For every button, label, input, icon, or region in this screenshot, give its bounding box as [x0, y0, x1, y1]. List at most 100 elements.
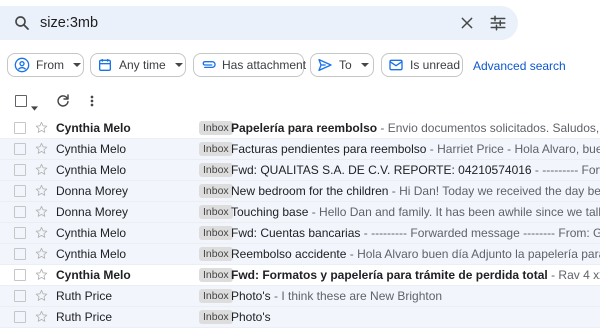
star-icon[interactable]	[35, 121, 48, 137]
row-checkbox[interactable]	[14, 185, 26, 197]
email-content: Touching base - Hello Dan and family. It…	[231, 205, 600, 219]
chevron-down-icon	[174, 63, 183, 67]
star-icon[interactable]	[35, 163, 48, 179]
email-content: New bedroom for the children - Hi Dan! T…	[231, 184, 600, 198]
row-checkbox[interactable]	[14, 122, 26, 134]
star-icon[interactable]	[35, 289, 48, 305]
advanced-search-link[interactable]: Advanced search	[473, 59, 566, 73]
email-sender: Ruth Price	[56, 289, 113, 303]
chevron-down-icon[interactable]	[31, 98, 38, 116]
close-icon[interactable]	[459, 15, 475, 36]
calendar-icon	[99, 59, 111, 71]
email-subject: Papelería para reembolso	[231, 121, 378, 135]
email-sender: Cynthia Melo	[56, 142, 127, 156]
chip-label: To	[339, 58, 352, 72]
email-row[interactable]: Donna Morey Inbox New bedroom for the ch…	[0, 181, 600, 202]
star-icon[interactable]	[35, 268, 48, 284]
chip-has-attachment[interactable]: Has attachment	[193, 53, 307, 77]
email-sender: Cynthia Melo	[56, 121, 131, 135]
row-checkbox[interactable]	[14, 290, 26, 302]
row-checkbox[interactable]	[14, 143, 26, 155]
email-snippet: - Harriet Price - Hola Alvaro, buen día,…	[429, 142, 600, 156]
email-row[interactable]: Cynthia Melo Inbox Reembolso accidente -…	[0, 244, 600, 265]
email-subject: Fwd: Cuentas bancarias	[231, 226, 361, 240]
row-checkbox[interactable]	[14, 269, 26, 281]
refresh-icon[interactable]	[55, 93, 71, 114]
inbox-label-badge: Inbox	[199, 247, 233, 261]
inbox-label-badge: Inbox	[199, 184, 233, 198]
email-row[interactable]: Cynthia Melo Inbox Fwd: QUALITAS S.A. DE…	[0, 160, 600, 181]
select-all-checkbox[interactable]	[15, 95, 27, 107]
email-snippet: - --------- Forwarded message -------- F…	[363, 226, 600, 240]
chip-label: Has attachment	[222, 58, 307, 72]
row-checkbox[interactable]	[14, 248, 26, 260]
email-subject: New bedroom for the children	[231, 184, 389, 198]
chip-from[interactable]: From	[7, 53, 84, 77]
email-snippet: - Hello Dan and family. It has been awhi…	[311, 205, 600, 219]
email-content: Reembolso accidente - Hola Alvaro buen d…	[231, 247, 600, 261]
email-snippet: - Envio documentos solicitados. Saludos,…	[380, 121, 600, 135]
email-row[interactable]: Cynthia Melo Inbox Facturas pendientes p…	[0, 139, 600, 160]
row-checkbox[interactable]	[14, 227, 26, 239]
inbox-label-badge: Inbox	[199, 310, 233, 324]
search-bar[interactable]: size:3mb	[0, 6, 518, 40]
star-icon[interactable]	[35, 247, 48, 263]
email-content: Fwd: Formatos y papelería para trámite d…	[231, 268, 600, 282]
more-vert-icon[interactable]	[86, 93, 98, 114]
email-snippet: - Hi Dan! Today we received the day bed …	[391, 184, 600, 198]
email-snippet: - I think these are New Brighton	[270, 289, 443, 303]
email-sender: Cynthia Melo	[56, 268, 131, 282]
star-icon[interactable]	[35, 142, 48, 158]
row-checkbox[interactable]	[14, 206, 26, 218]
email-row[interactable]: Ruth Price Inbox Photo's	[0, 307, 600, 328]
email-content: Photo's	[231, 310, 600, 324]
row-checkbox[interactable]	[14, 311, 26, 323]
email-row[interactable]: Cynthia Melo Inbox Papelería para reembo…	[0, 118, 600, 139]
email-row[interactable]: Cynthia Melo Inbox Fwd: Formatos y papel…	[0, 265, 600, 286]
email-list: Cynthia Melo Inbox Papelería para reembo…	[0, 118, 600, 328]
send-icon	[318, 59, 332, 71]
email-content: Papelería para reembolso - Envio documen…	[231, 121, 600, 135]
email-content: Photo's - I think these are New Brighton	[231, 289, 600, 303]
chip-any-time[interactable]: Any time	[90, 53, 186, 77]
search-input[interactable]: size:3mb	[40, 15, 98, 31]
email-sender: Ruth Price	[56, 310, 113, 324]
search-chips: From Any time Has attachment To Is unrea…	[0, 53, 600, 79]
email-sender: Cynthia Melo	[56, 163, 127, 177]
inbox-label-badge: Inbox	[199, 289, 233, 303]
email-subject: Facturas pendientes para reembolso	[231, 142, 427, 156]
inbox-label-badge: Inbox	[199, 142, 233, 156]
email-sender: Donna Morey	[56, 184, 129, 198]
email-snippet: - --------- Forwarded messag	[534, 163, 600, 177]
chip-to[interactable]: To	[310, 53, 374, 77]
chip-label: From	[36, 58, 64, 72]
star-icon[interactable]	[35, 226, 48, 242]
star-icon[interactable]	[35, 310, 48, 326]
inbox-label-badge: Inbox	[199, 121, 233, 135]
email-subject: Reembolso accidente	[231, 247, 347, 261]
list-toolbar	[0, 90, 600, 112]
email-sender: Cynthia Melo	[56, 247, 127, 261]
email-snippet: - Hola Alvaro buen día Adjunto la papele…	[349, 247, 600, 261]
chip-label: Is unread	[410, 58, 461, 72]
star-icon[interactable]	[35, 205, 48, 221]
inbox-label-badge: Inbox	[199, 268, 233, 282]
email-row[interactable]: Ruth Price Inbox Photo's - I think these…	[0, 286, 600, 307]
email-content: Fwd: QUALITAS S.A. DE C.V. REPORTE: 0421…	[231, 163, 600, 177]
search-options-icon[interactable]	[489, 14, 507, 37]
email-subject: Fwd: Formatos y papelería para trámite d…	[231, 268, 548, 282]
row-checkbox[interactable]	[14, 164, 26, 176]
star-icon[interactable]	[35, 184, 48, 200]
inbox-label-badge: Inbox	[199, 205, 233, 219]
chip-is-unread[interactable]: Is unread	[381, 53, 463, 77]
chevron-down-icon	[73, 63, 81, 67]
mail-icon	[389, 59, 403, 71]
search-icon[interactable]	[13, 14, 31, 37]
inbox-label-badge: Inbox	[199, 226, 233, 240]
email-row[interactable]: Donna Morey Inbox Touching base - Hello …	[0, 202, 600, 223]
chevron-down-icon	[360, 63, 369, 67]
email-row[interactable]: Cynthia Melo Inbox Fwd: Cuentas bancaria…	[0, 223, 600, 244]
inbox-label-badge: Inbox	[199, 163, 233, 177]
chip-label: Any time	[119, 58, 166, 72]
person-icon	[14, 57, 30, 73]
